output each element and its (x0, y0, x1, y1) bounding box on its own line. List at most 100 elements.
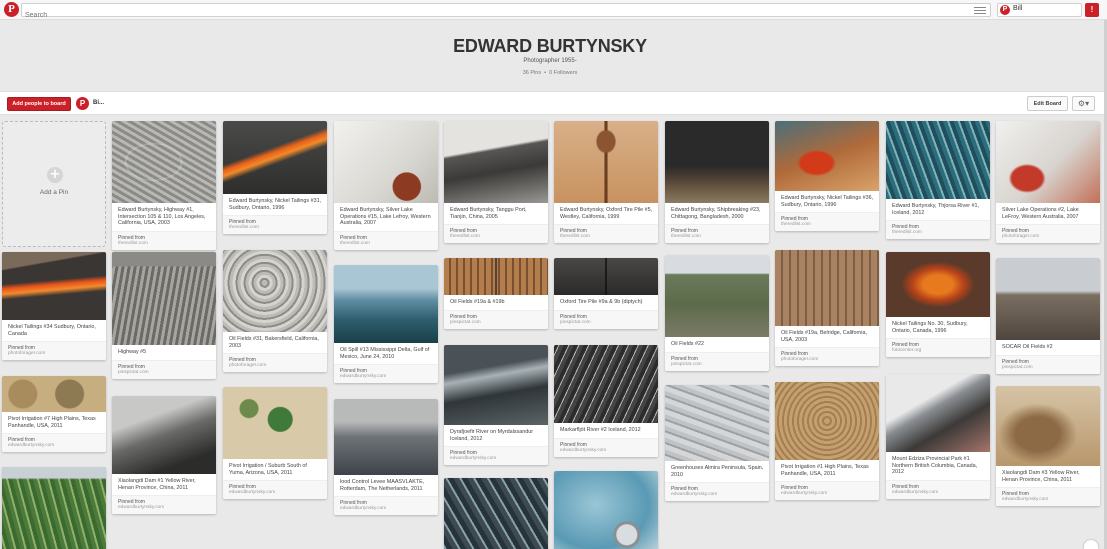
pin-image[interactable] (112, 396, 216, 474)
scroll-to-top-button[interactable] (1084, 540, 1098, 549)
notifications-icon[interactable]: ! (1085, 3, 1099, 17)
pin-source-domain[interactable]: edwardburtynsky.com (671, 492, 763, 498)
pin-card[interactable]: Mount Edziza Provincial Park #1 Northern… (886, 374, 990, 499)
user-menu-button[interactable]: P Bill (997, 3, 1082, 17)
pin-card[interactable]: Nickel Tailings #34 Sudbury, Ontario, Ca… (2, 252, 106, 361)
pin-source-domain[interactable]: pinspictat.com (560, 320, 652, 326)
pin-image[interactable] (444, 478, 548, 549)
pin-image[interactable] (2, 467, 106, 549)
pin-source[interactable]: Pinned from edwardburtynsky.com (996, 487, 1100, 507)
followers-count[interactable]: 0 Followers (549, 70, 577, 76)
pin-image[interactable] (2, 252, 106, 320)
pin-source-domain[interactable]: photoforager.com (8, 351, 100, 357)
pin-image[interactable] (886, 121, 990, 199)
pin-card[interactable]: Xiaolangdi Dam #1 Yellow River, Henan Pr… (112, 396, 216, 515)
pin-source[interactable]: Pinned from theredlist.com (112, 230, 216, 250)
edit-board-button[interactable]: Edit Board (1027, 96, 1068, 111)
pins-count[interactable]: 36 Pins (523, 70, 541, 76)
pin-source-domain[interactable]: edwardburtynsky.com (118, 505, 210, 511)
pin-source[interactable]: Pinned from edwardburtynsky.com (334, 364, 438, 384)
pin-image[interactable] (665, 385, 769, 461)
pin-card[interactable]: Oil Fields #19a & #19b Pinned from pinspi… (444, 258, 548, 329)
pin-image[interactable] (444, 121, 548, 203)
pin-source[interactable]: Pinned from pinspictat.com (444, 309, 548, 329)
menu-icon[interactable] (974, 5, 986, 15)
pin-card[interactable]: Edward Burtynsky, Thjorsa River #1, Icel… (886, 121, 990, 240)
pin-source-domain[interactable]: edwardburtynsky.com (781, 491, 873, 497)
pin-card[interactable]: Greenhouses Almira Peninsula, Spain, 201… (665, 385, 769, 502)
pin-source[interactable]: Pinned from edwardburtynsky.com (223, 480, 327, 500)
pin-source[interactable]: Pinned from theredlist.com (775, 212, 879, 232)
pin-source-domain[interactable]: pinspictat.com (671, 362, 763, 368)
pin-card[interactable]: Highway #5 Pinned from pinspictat.com (112, 252, 216, 379)
pin-image[interactable] (665, 121, 769, 203)
pin-source-domain[interactable]: edwardburtynsky.com (560, 448, 652, 454)
pin-card[interactable]: Edward Burtynsky, Silver Lake Operations… (334, 121, 438, 250)
pin-source-domain[interactable]: edwardburtynsky.com (229, 490, 321, 496)
pin-source[interactable]: Pinned from theredlist.com (334, 230, 438, 250)
pin-image[interactable] (223, 387, 327, 459)
pin-card[interactable]: Oxford Tire Pile #9a & 9b (diptych) Pinn… (554, 258, 658, 329)
pin-source[interactable]: Pinned from photoforager.com (2, 341, 106, 361)
pin-source[interactable]: Pinned from photoforager.com (996, 224, 1100, 244)
pin-source[interactable]: Pinned from edwardburtynsky.com (775, 481, 879, 501)
pin-card[interactable]: Edward Burtynsky, Tanggu Port, Tianjin, … (444, 121, 548, 244)
pin-image[interactable] (2, 376, 106, 412)
pin-source-domain[interactable]: photoforager.com (781, 357, 873, 363)
pin-image[interactable] (775, 382, 879, 460)
pin-source-domain[interactable]: edwardburtynsky.com (340, 506, 432, 512)
pin-image[interactable] (223, 121, 327, 194)
pin-source[interactable]: Pinned from theredlist.com (665, 224, 769, 244)
pin-source[interactable]: Pinned from edwardburtynsky.com (334, 496, 438, 516)
search-bar[interactable] (21, 3, 991, 22)
pin-image[interactable] (112, 252, 216, 345)
pin-source-domain[interactable]: photoforager.com (1002, 234, 1094, 240)
pin-source-domain[interactable]: edwardburtynsky.com (892, 490, 984, 496)
pin-card[interactable] (444, 478, 548, 549)
pin-card[interactable]: Xiaolangdi Dam #3 Yellow River, Henan Pr… (996, 386, 1100, 507)
pin-image[interactable] (223, 250, 327, 332)
pin-source-domain[interactable]: theredlist.com (671, 234, 763, 240)
pin-card[interactable]: Pivot Irrigation #7 High Plains, Texas P… (2, 376, 106, 453)
pin-card[interactable]: Markarfljót River #2 Iceland, 2012 Pinne… (554, 345, 658, 457)
pin-source-domain[interactable]: theredlist.com (340, 241, 432, 247)
add-pin-tile[interactable]: + Add a Pin (2, 121, 106, 247)
pin-source[interactable]: Pinned from edwardburtynsky.com (886, 479, 990, 499)
search-input[interactable] (22, 9, 952, 22)
pin-source-domain[interactable]: photoforager.com (229, 363, 321, 369)
pin-source[interactable]: Pinned from fotocenter.org (886, 338, 990, 358)
pin-card[interactable]: Oil Fields #31, Bakersfield, California,… (223, 250, 327, 373)
pin-image[interactable] (444, 258, 548, 295)
pin-source[interactable]: Pinned from pinspictat.com (554, 309, 658, 329)
pin-image[interactable] (775, 121, 879, 191)
pin-image[interactable] (554, 121, 658, 203)
pin-card[interactable]: Pivot Irrigation / Suburb South of Yuma,… (223, 387, 327, 500)
pin-card[interactable]: Silver Lake Operations #2, Lake LeFroy, … (996, 121, 1100, 244)
pin-source-domain[interactable]: theredlist.com (118, 241, 210, 247)
pin-source-domain[interactable]: pinspictat.com (118, 370, 210, 376)
pin-source[interactable]: Pinned from theredlist.com (554, 224, 658, 244)
pin-card[interactable]: Edward Burtynsky, Highway #1, Intersecti… (112, 121, 216, 250)
pin-source[interactable]: Pinned from photoforager.com (223, 353, 327, 373)
pin-image[interactable] (886, 252, 990, 317)
pin-card[interactable]: SOCAR Oil Fields #2 Pinned from pinspicta… (996, 258, 1100, 374)
pin-source-domain[interactable]: pinspictat.com (450, 320, 542, 326)
pin-image[interactable] (112, 121, 216, 203)
pin-image[interactable] (996, 121, 1100, 203)
pin-source-domain[interactable]: edwardburtynsky.com (340, 374, 432, 380)
pin-source[interactable]: Pinned from edwardburtynsky.com (665, 482, 769, 502)
add-people-button[interactable]: Add people to board (7, 97, 71, 111)
pinterest-logo-icon[interactable]: P (4, 2, 19, 17)
owner-avatar[interactable]: P (76, 97, 89, 110)
pin-source-domain[interactable]: theredlist.com (781, 222, 873, 228)
pin-source-domain[interactable]: edwardburtynsky.com (450, 456, 542, 462)
pin-image[interactable] (996, 386, 1100, 466)
pin-image[interactable] (996, 258, 1100, 340)
pin-card[interactable]: Pivot Irrigation #1 High Plains, Texas P… (775, 382, 879, 501)
pin-image[interactable] (334, 121, 438, 203)
pin-source-domain[interactable]: pinspictat.com (1002, 365, 1094, 371)
settings-gear-icon[interactable]: ⚙▾ (1072, 96, 1095, 111)
owner-name[interactable]: Bi... (93, 100, 104, 106)
pin-card[interactable] (2, 467, 106, 549)
pin-image[interactable] (554, 471, 658, 549)
